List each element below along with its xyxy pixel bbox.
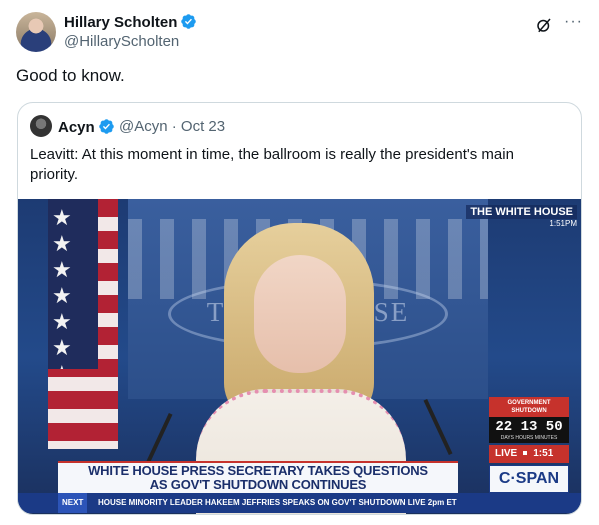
headline-line-1: WHITE HOUSE PRESS SECRETARY TAKES QUESTI… xyxy=(88,463,428,478)
news-ticker: NEXT HOUSE MINORITY LEADER HAKEEM JEFFRI… xyxy=(18,493,581,513)
more-icon[interactable]: ··· xyxy=(564,13,583,31)
live-label: LIVE xyxy=(495,448,518,459)
live-time: 1:51 xyxy=(533,448,554,459)
grok-icon[interactable] xyxy=(535,16,553,34)
microphone xyxy=(423,398,453,456)
live-indicator: LIVE 1:51 xyxy=(489,445,569,463)
author-name[interactable]: Hillary Scholten xyxy=(64,13,197,31)
speaker-face xyxy=(254,255,346,373)
shutdown-units: DAYS HOURS MINUTES xyxy=(489,435,569,443)
author-avatar[interactable] xyxy=(16,12,56,52)
author-name-text[interactable]: Hillary Scholten xyxy=(64,14,177,31)
network-logo: C·SPAN xyxy=(489,465,569,493)
headline-line-2: AS GOV'T SHUTDOWN CONTINUES xyxy=(149,477,367,492)
quoted-tweet-card[interactable]: Acyn @Acyn · Oct 23 Leavitt: At this mom… xyxy=(17,102,582,515)
shutdown-count: 22 13 50 xyxy=(489,417,569,435)
ticker-text: HOUSE MINORITY LEADER HAKEEM JEFFRIES SP… xyxy=(98,498,457,507)
quoted-tweet-text: Leavitt: At this moment in time, the bal… xyxy=(30,146,514,183)
bug-title: THE WHITE HOUSE xyxy=(466,205,577,219)
quoted-author-avatar[interactable] xyxy=(30,115,52,137)
author-handle[interactable]: @HillaryScholten xyxy=(64,33,179,50)
tweet-text: Good to know. xyxy=(16,66,125,85)
verified-badge-icon xyxy=(181,14,197,29)
tweet-header: Hillary Scholten @HillaryScholten ··· xyxy=(16,10,583,54)
ticker-next-label: NEXT xyxy=(58,493,88,513)
flag-stars: ★ ★ ★ ★ ★ ★ ★ ★ ★ ★ ★ ★ xyxy=(48,199,98,369)
quoted-author-handle-date[interactable]: @Acyn · Oct 23 xyxy=(119,118,225,135)
quoted-author-name-text[interactable]: Acyn xyxy=(58,119,95,136)
live-dot-icon xyxy=(523,451,528,455)
verified-badge-icon xyxy=(98,119,114,134)
quoted-author-name[interactable]: Acyn xyxy=(58,118,115,136)
lower-third: WHITE HOUSE PRESS SECRETARY TAKES QUESTI… xyxy=(58,461,458,493)
shutdown-clock: GOVERNMENT SHUTDOWN 22 13 50 DAYS HOURS … xyxy=(489,397,569,443)
bug-time: 1:51PM xyxy=(549,219,577,228)
chyron-headline: WHITE HOUSE PRESS SECRETARY TAKES QUESTI… xyxy=(58,464,458,492)
network-bug: THE WHITE HOUSE 1:51PM xyxy=(466,205,577,228)
shutdown-label: GOVERNMENT SHUTDOWN xyxy=(489,397,569,417)
video-player[interactable]: THE W HOUSE ★ ★ ★ ★ ★ ★ ★ ★ ★ ★ ★ ★ THE … xyxy=(18,199,581,514)
